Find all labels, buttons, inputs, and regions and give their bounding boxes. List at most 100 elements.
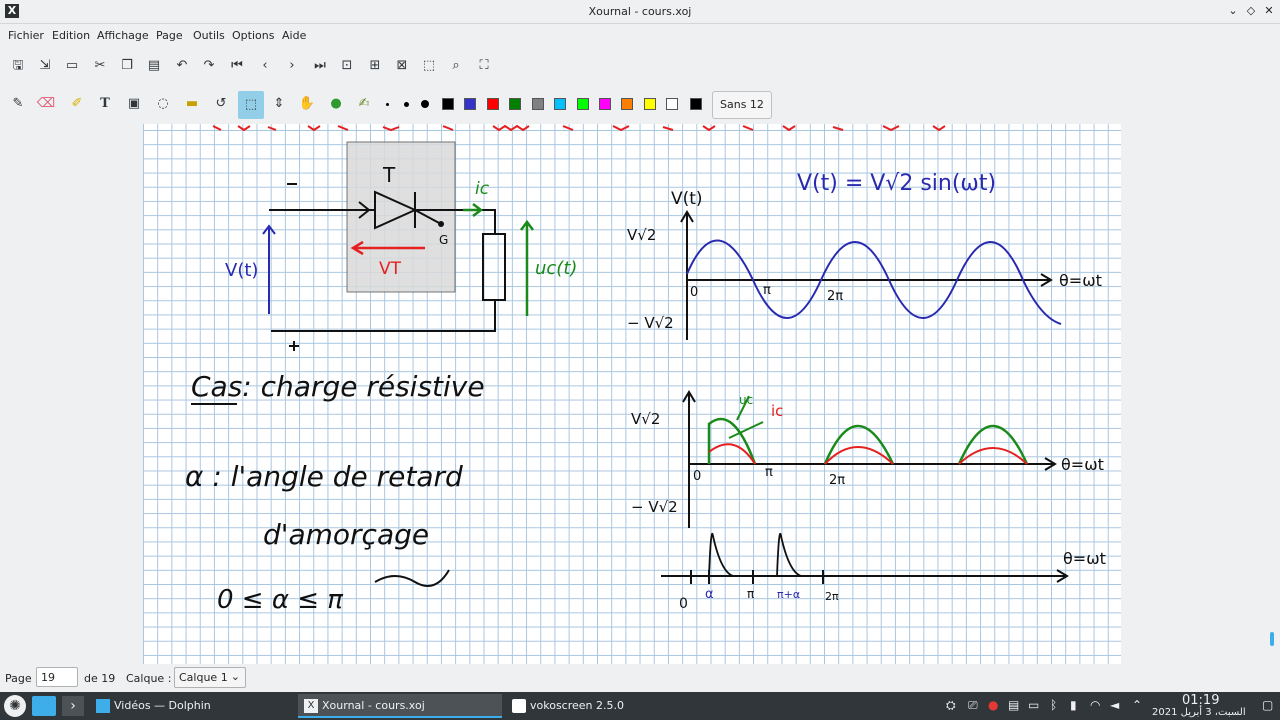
color-yellow[interactable] — [644, 98, 656, 110]
color-white[interactable] — [666, 98, 678, 110]
page-count: de 19 — [84, 672, 116, 685]
rect-select-icon[interactable]: ⬚ — [238, 91, 264, 119]
font-button[interactable]: Sans 12 — [712, 91, 772, 119]
page-spinbox[interactable]: 19 — [36, 667, 78, 687]
thickness-fine-icon[interactable] — [386, 103, 389, 106]
task-dolphin[interactable]: Vidéos — Dolphin — [90, 694, 294, 718]
scroll-indicator[interactable] — [1270, 632, 1274, 646]
color-orange[interactable] — [621, 98, 633, 110]
image-tool-icon[interactable]: ▣ — [123, 93, 145, 115]
g2-y-axis — [682, 390, 696, 528]
tray-expand-icon[interactable]: ⌃ — [1132, 698, 1142, 712]
show-desktop-icon[interactable]: ▢ — [1262, 698, 1273, 712]
redo-icon[interactable]: ↷ — [198, 55, 220, 77]
menu-edition[interactable]: Edition — [52, 29, 90, 42]
eraser-icon[interactable]: ⌫ — [35, 93, 57, 115]
g2-theta: θ=ωt — [1061, 455, 1104, 474]
minimize-icon[interactable]: ⌄ — [1226, 4, 1240, 18]
g1-origin: 0 — [690, 285, 698, 300]
color-magenta[interactable] — [599, 98, 611, 110]
menu-aide[interactable]: Aide — [282, 29, 306, 42]
g1-ylabel: V(t) — [671, 189, 703, 209]
gate-label: G — [439, 233, 448, 247]
color-light-green[interactable] — [577, 98, 589, 110]
maximize-icon[interactable]: ◇ — [1244, 4, 1258, 18]
layer-select[interactable]: Calque 1 ⌄ — [174, 667, 246, 688]
zoom-icon[interactable]: ⌕ — [445, 55, 467, 77]
paste-icon[interactable]: ▤ — [143, 55, 165, 77]
wifi-icon[interactable]: ◠ — [1090, 698, 1100, 712]
menu-outils[interactable]: Outils — [193, 29, 225, 42]
g1-vmax: V√2 — [627, 226, 656, 244]
clock-date[interactable]: السبت، 3 أبريل 2021 — [1152, 707, 1246, 718]
g2-vmax: V√2 — [631, 410, 660, 428]
clipboard-icon[interactable]: ▤ — [1008, 698, 1019, 712]
save-icon[interactable]: 🖫 — [7, 55, 29, 77]
thickness-thick-icon[interactable] — [421, 100, 429, 108]
color-blue[interactable] — [464, 98, 476, 110]
folder-icon[interactable] — [32, 696, 56, 716]
storage-icon[interactable]: ▭ — [1028, 698, 1039, 712]
zoom-width-icon[interactable]: ⊞ — [364, 55, 386, 77]
gate-terminal — [438, 221, 444, 227]
zoom-fit-icon[interactable]: ⊡ — [336, 55, 358, 77]
record-icon[interactable]: ● — [988, 698, 998, 712]
default-tool-icon[interactable]: ● — [325, 93, 347, 115]
bluetooth-icon[interactable]: ᛒ — [1050, 698, 1057, 712]
close-icon[interactable]: ✕ — [1262, 4, 1276, 18]
menu-options[interactable]: Options — [232, 29, 274, 42]
zoom-height-icon[interactable]: ⊠ — [391, 55, 413, 77]
clock-time[interactable]: 01:19 — [1182, 693, 1219, 708]
default-pen-icon[interactable]: ✍ — [353, 93, 375, 115]
task-xournal[interactable]: X Xournal - cours.xoj — [298, 694, 502, 718]
canvas-area[interactable]: T G ic V(t) VT uc(t) Cas: charge résisti… — [0, 124, 1280, 664]
ruler-icon[interactable]: ▬ — [181, 93, 203, 115]
first-page-icon[interactable]: ⏮ — [226, 55, 248, 77]
lasso-icon[interactable]: ↺ — [210, 93, 232, 115]
screenshot-icon[interactable]: ⛭ — [946, 698, 956, 713]
menu-affichage[interactable]: Affichage — [97, 29, 149, 42]
volume-icon[interactable]: ◄ — [1110, 698, 1119, 712]
g2-origin: 0 — [693, 469, 701, 484]
app-launcher-icon[interactable]: ✺ — [4, 695, 26, 717]
highlighter-icon[interactable]: ✐ — [66, 93, 88, 115]
notebook-page[interactable]: T G ic V(t) VT uc(t) Cas: charge résisti… — [143, 124, 1121, 664]
color-red[interactable] — [487, 98, 499, 110]
color-current[interactable] — [690, 98, 702, 110]
color-gray[interactable] — [532, 98, 544, 110]
export-pdf-icon[interactable]: ⇲ — [34, 55, 56, 77]
open-icon[interactable]: ▭ — [61, 55, 83, 77]
thickness-medium-icon[interactable] — [404, 102, 409, 107]
g2-2pi: 2π — [829, 473, 845, 488]
color-green[interactable] — [509, 98, 521, 110]
hand-icon[interactable]: ✋ — [296, 93, 318, 115]
battery-icon[interactable]: ▮ — [1070, 698, 1077, 712]
vt-thyristor-label: VT — [379, 259, 402, 279]
color-black[interactable] — [442, 98, 454, 110]
text-tool-icon[interactable]: T — [94, 93, 116, 115]
g3-x-axis — [661, 569, 1069, 583]
menu-page[interactable]: Page — [156, 29, 183, 42]
g2-uc-label: uc — [739, 393, 753, 407]
window-title: Xournal - cours.xoj — [588, 5, 692, 18]
pen-icon[interactable]: ✎ — [7, 93, 29, 115]
vertical-space-icon[interactable]: ⇕ — [268, 93, 290, 115]
menu-fichier[interactable]: Fichier — [8, 29, 44, 42]
chevron-right-icon[interactable]: › — [62, 696, 84, 716]
zoom-page-icon[interactable]: ⬚ — [418, 55, 440, 77]
next-page-icon[interactable]: › — [281, 55, 303, 77]
cut-icon[interactable]: ✂ — [89, 55, 111, 77]
last-page-icon[interactable]: ⏭ — [309, 55, 331, 77]
color-light-blue[interactable] — [554, 98, 566, 110]
fullscreen-icon[interactable]: ⛶ — [473, 55, 495, 77]
title-bar: X Xournal - cours.xoj ⌄ ◇ ✕ — [0, 0, 1280, 24]
previous-page-icon[interactable]: ‹ — [254, 55, 276, 77]
shape-recognizer-icon[interactable]: ◌ — [152, 93, 174, 115]
screen-icon[interactable]: ⎚ — [968, 698, 978, 713]
page-label: Page — [5, 672, 32, 685]
undo-icon[interactable]: ↶ — [171, 55, 193, 77]
tools-toolbar: ✎ ⌫ ✐ T ▣ ◌ ▬ ↺ ⬚ ⇕ ✋ ● ✍ — [0, 90, 1280, 120]
task-vokoscreen[interactable]: vokoscreen 2.5.0 — [506, 694, 710, 718]
g2-ic-curve — [708, 443, 1028, 465]
copy-icon[interactable]: ❐ — [116, 55, 138, 77]
